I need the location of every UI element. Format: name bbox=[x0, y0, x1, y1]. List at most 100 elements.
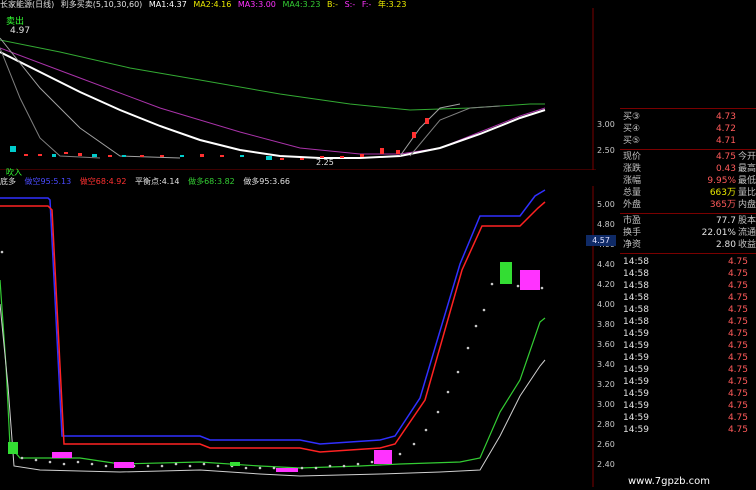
tick-row: 14:59 4.75 bbox=[620, 364, 756, 376]
quote-value: 0.43 bbox=[715, 164, 736, 174]
low-price-label: 2.25 bbox=[316, 158, 334, 167]
quote-label: 涨跌 bbox=[623, 164, 642, 174]
tick-row: 14:59 4.75 bbox=[620, 340, 756, 352]
tick-time: 14:58 bbox=[623, 257, 649, 267]
long-line-white bbox=[0, 303, 546, 477]
tick-row: 14:59 4.75 bbox=[620, 352, 756, 364]
indicator-chart-svg bbox=[0, 186, 594, 487]
lower-axis-label-1: 5.00 bbox=[597, 200, 615, 209]
orderbook-row: 买③ 4.73 bbox=[620, 111, 756, 123]
high-price-label: 4.97 bbox=[10, 26, 31, 36]
tick-time: 14:58 bbox=[623, 269, 649, 279]
fundamental-row: 市盈 77.7 股本 bbox=[620, 215, 756, 227]
tick-price: 4.75 bbox=[727, 365, 748, 375]
lower-axis-label-14: 2.40 bbox=[597, 460, 615, 469]
panel-divider bbox=[620, 213, 756, 214]
tick-price: 4.75 bbox=[727, 389, 748, 399]
quote-label-2: 最低 bbox=[738, 176, 756, 186]
quote-row: 外盘 365万 内盘 bbox=[620, 199, 756, 211]
quote-label: 现价 bbox=[623, 152, 642, 162]
quote-value: 9.95% bbox=[707, 176, 736, 186]
lower-axis-label-5: 4.20 bbox=[597, 280, 615, 289]
tick-time: 14:59 bbox=[623, 401, 649, 411]
tick-price: 4.75 bbox=[727, 257, 748, 267]
tick-row: 14:59 4.75 bbox=[620, 412, 756, 424]
upper-axis-label-1: 3.00 bbox=[597, 120, 615, 129]
quote-label: 涨幅 bbox=[623, 176, 642, 186]
tick-row: 14:58 4.75 bbox=[620, 316, 756, 328]
tick-time: 14:58 bbox=[623, 281, 649, 291]
tick-price: 4.75 bbox=[727, 269, 748, 279]
signal-block-magenta-2 bbox=[114, 462, 134, 468]
ma-green-line bbox=[0, 39, 545, 111]
lower-axis-label-2: 4.80 bbox=[597, 220, 615, 229]
panel-divider bbox=[620, 253, 756, 254]
tick-time: 14:59 bbox=[623, 353, 649, 363]
tick-time: 14:58 bbox=[623, 305, 649, 315]
tick-row: 14:58 4.75 bbox=[620, 304, 756, 316]
tick-price: 4.75 bbox=[727, 425, 748, 435]
quote-panel: 买③ 4.73 买④ 4.72 买⑤ 4.71 现价 4.75 今开 涨跌 0.… bbox=[620, 108, 756, 487]
lower-axis-label-7: 3.80 bbox=[597, 320, 615, 329]
signal-block-magenta-3 bbox=[276, 468, 298, 472]
tick-row: 14:59 4.75 bbox=[620, 424, 756, 436]
signal-block-magenta-5 bbox=[520, 270, 540, 290]
ma-white-line bbox=[0, 51, 546, 159]
tick-price: 4.75 bbox=[727, 413, 748, 423]
tick-row: 14:59 4.75 bbox=[620, 400, 756, 412]
tick-row: 14:59 4.75 bbox=[620, 376, 756, 388]
panel-divider bbox=[620, 149, 756, 150]
tick-row: 14:58 4.75 bbox=[620, 280, 756, 292]
lower-axis-label-10: 3.20 bbox=[597, 380, 615, 389]
ma-gray-line-1 bbox=[0, 37, 181, 159]
orderbook-label: 买⑤ bbox=[623, 136, 641, 146]
tick-row: 14:58 4.75 bbox=[620, 268, 756, 280]
current-price-tag: 4.57 bbox=[586, 235, 616, 246]
fundamental-label-2: 收益 bbox=[738, 240, 756, 250]
quote-row: 总量 663万 量比 bbox=[620, 187, 756, 199]
quote-value: 4.75 bbox=[715, 152, 736, 162]
lower-axis-label-11: 3.00 bbox=[597, 400, 615, 409]
quote-label-2: 量比 bbox=[738, 188, 756, 198]
quote-value: 365万 bbox=[709, 200, 736, 210]
orderbook-value: 4.72 bbox=[715, 124, 736, 134]
tick-price: 4.75 bbox=[727, 305, 748, 315]
tick-time: 14:59 bbox=[623, 365, 649, 375]
long68-value: 做多68:3.82 bbox=[188, 177, 235, 186]
signal-block-green-2 bbox=[230, 462, 240, 466]
fundamental-row: 换手 22.01% 流通 bbox=[620, 227, 756, 239]
tick-time: 14:58 bbox=[623, 293, 649, 303]
ma-magenta-line bbox=[0, 47, 546, 155]
fundamental-label: 净资 bbox=[623, 240, 642, 250]
quote-label: 总量 bbox=[623, 188, 642, 198]
price-chart[interactable]: 卖出 4.97 2.25 3.00 2.50 bbox=[0, 8, 615, 171]
tick-time: 14:59 bbox=[623, 425, 649, 435]
tick-price: 4.75 bbox=[727, 377, 748, 387]
upper-axis-label-2: 2.50 bbox=[597, 146, 615, 155]
balance-dots bbox=[0, 250, 544, 472]
watermark: www.7gpzb.com bbox=[628, 476, 710, 487]
orderbook-value: 4.73 bbox=[715, 112, 736, 122]
indicator-chart[interactable] bbox=[0, 186, 596, 487]
fundamental-label-2: 流通 bbox=[738, 228, 756, 238]
tick-row: 14:59 4.75 bbox=[620, 388, 756, 400]
fundamental-label-2: 股本 bbox=[738, 216, 756, 226]
orderbook-label: 买③ bbox=[623, 112, 641, 122]
orderbook-label: 买④ bbox=[623, 124, 641, 134]
lower-axis-label-6: 4.00 bbox=[597, 300, 615, 309]
signal-block-magenta-4 bbox=[374, 450, 392, 464]
tick-price: 4.75 bbox=[727, 401, 748, 411]
quote-row: 涨幅 9.95% 最低 bbox=[620, 175, 756, 187]
tick-row: 14:58 4.75 bbox=[620, 292, 756, 304]
price-chart-svg bbox=[0, 8, 596, 171]
signal-block-green-1 bbox=[8, 442, 18, 454]
quote-label-2: 最高 bbox=[738, 164, 756, 174]
quote-value: 663万 bbox=[709, 188, 736, 198]
tick-time: 14:59 bbox=[623, 413, 649, 423]
buy-signal-label: 吹入 bbox=[6, 168, 22, 177]
lower-axis-label-13: 2.60 bbox=[597, 440, 615, 449]
tick-row: 14:59 4.75 bbox=[620, 328, 756, 340]
fundamental-value: 2.80 bbox=[715, 240, 736, 250]
orderbook-value: 4.71 bbox=[715, 136, 736, 146]
fundamental-value: 77.7 bbox=[715, 216, 736, 226]
